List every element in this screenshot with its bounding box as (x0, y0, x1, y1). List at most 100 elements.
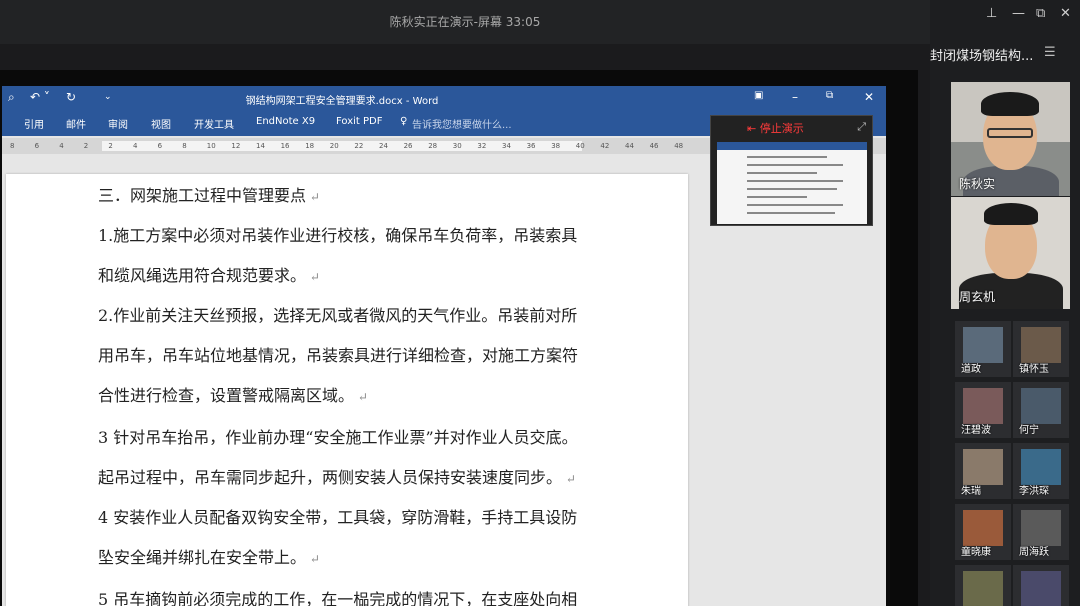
minimize-icon[interactable]: — (1012, 6, 1025, 21)
ruler-number: 42 (600, 142, 610, 150)
participant-tile[interactable]: 何宁 (1013, 382, 1069, 438)
document-paragraph[interactable]: 三．网架施工过程中管理要点 ↵ (98, 182, 320, 206)
tab-mailings[interactable]: 邮件 (66, 116, 86, 131)
expand-icon[interactable]: ⤢ (857, 120, 866, 134)
presenter-control-bar: ⇤ 停止演示 ⤢ (711, 116, 872, 140)
preview-line (747, 172, 817, 174)
paragraph-text: 起吊过程中，吊车需同步起升，两侧安装人员保持安装速度同步。 (98, 468, 563, 487)
ribbon-display-icon[interactable]: ▣ (754, 90, 763, 101)
participant-tile[interactable]: 道政 (955, 321, 1011, 377)
video-tile[interactable]: 周玄机 (951, 197, 1070, 309)
restore-icon[interactable]: ⧉ (1036, 6, 1045, 21)
document-title: 钢结构网架工程安全管理要求.docx - Word (245, 96, 439, 107)
preview-titlebar (717, 142, 867, 150)
participant-name: 朱瑞 (961, 486, 981, 497)
video-tile[interactable]: 陈秋实 (951, 82, 1070, 196)
ruler-number: 4 (59, 142, 64, 150)
tab-view[interactable]: 视图 (151, 116, 171, 131)
document-paragraph[interactable]: 1.施工方案中必须对吊装作业进行校核，确保吊车负荷率，吊装索具 (98, 222, 577, 246)
document-paragraph[interactable]: 用吊车，吊车站位地基情况，吊装索具进行详细检查，对施工方案符 (98, 342, 578, 366)
word-restore-icon[interactable]: ⧉ (826, 90, 833, 101)
ruler-number: 46 (649, 142, 659, 150)
ruler-number: 26 (403, 142, 413, 150)
preview-line (747, 212, 835, 214)
participant-name: 汪碧波 (961, 425, 991, 436)
ruler-number: 38 (551, 142, 561, 150)
participant-name: 李洪琛 (1019, 486, 1049, 497)
preview-line (747, 180, 843, 182)
document-paragraph[interactable]: 4 安装作业人员配备双钩安全带，工具袋，穿防滑鞋，手持工具设防 (98, 504, 577, 528)
word-close-icon[interactable]: ✕ (864, 90, 874, 104)
avatar (1021, 571, 1061, 606)
avatar (981, 92, 1039, 116)
participant-tile[interactable]: 朱瑞 (955, 443, 1011, 499)
participant-tile[interactable]: 李洪琛 (1013, 443, 1069, 499)
document-paragraph[interactable]: 坠安全绳并绑扎在安全带上。 ↵ (98, 544, 320, 568)
participant-tile[interactable]: 镇怀玉 (1013, 321, 1069, 377)
presenter-control-window: ⇤ 停止演示 ⤢ (710, 115, 873, 226)
avatar (1021, 510, 1061, 546)
participant-tile[interactable]: 袁行 (1013, 565, 1069, 606)
ruler-number: 34 (502, 142, 511, 150)
list-menu-icon[interactable]: ☰ (1044, 45, 1056, 60)
paragraph-mark-icon: ↵ (562, 472, 576, 486)
watermark: ◌ 大数据谣 (8, 572, 86, 593)
document-paragraph[interactable]: 和缆风绳选用符合规范要求。 ↵ (98, 262, 320, 286)
tab-developer[interactable]: 开发工具 (194, 116, 234, 131)
document-paragraph[interactable]: 合性进行检查，设置警戒隔离区域。 ↵ (98, 382, 368, 406)
participant-tile[interactable]: 汪碧波 (955, 382, 1011, 438)
tab-foxit-pdf[interactable]: Foxit PDF (336, 116, 382, 127)
participant-name: 陈秋实 (959, 177, 996, 191)
preview-line (747, 164, 843, 166)
ruler-number: 48 (674, 142, 684, 150)
word-minimize-icon[interactable]: – (792, 90, 798, 104)
avatar (987, 128, 1033, 138)
tab-endnote[interactable]: EndNote X9 (256, 116, 315, 127)
participant-tile[interactable]: 周海跃 (1013, 504, 1069, 560)
document-paragraph[interactable]: 3 针对吊车抬吊，作业前办理“安全施工作业票”并对作业人员交底。 (98, 424, 578, 448)
ruler-number: 36 (526, 142, 536, 150)
ruler-number: 12 (231, 142, 241, 150)
preview-line (747, 188, 837, 190)
document-paragraph[interactable]: 起吊过程中，吊车需同步起升，两侧安装人员保持安装速度同步。 ↵ (98, 464, 576, 488)
paragraph-text: 2.作业前关注天丝预报，选择无风或者微风的天气作业。吊装前对所 (98, 306, 578, 325)
presenter-status: 陈秋实正在演示-屏幕 33:05 (389, 15, 541, 29)
ruler-number: 40 (575, 142, 585, 150)
paragraph-text: 4 安装作业人员配备双钩安全带，工具袋，穿防滑鞋，手持工具设防 (98, 508, 578, 527)
close-icon[interactable]: ✕ (1060, 6, 1071, 21)
paragraph-mark-icon: ↵ (306, 190, 320, 204)
paragraph-mark-icon: ↵ (306, 270, 320, 284)
stop-presentation-button[interactable]: ⇤ 停止演示 (747, 120, 804, 136)
ruler-number: 10 (206, 142, 216, 150)
participant-name: 镇怀玉 (1019, 364, 1049, 375)
lightbulb-icon: ♀ (400, 116, 408, 127)
document-paragraph[interactable]: 5 吊车摘钩前必须完成的工作，在一榀完成的情况下，在支座处向相 (98, 586, 577, 606)
preview-line (747, 156, 827, 158)
watermark-logo-icon: ◌ (8, 574, 22, 592)
tell-me-box[interactable]: 告诉我您想要做什么... (412, 116, 512, 131)
participant-tile[interactable]: 邵靖... (955, 565, 1011, 606)
participant-tile[interactable]: 童晓康 (955, 504, 1011, 560)
avatar (963, 327, 1003, 363)
avatar (984, 203, 1038, 225)
ruler-number: 8 (182, 142, 187, 150)
document-page[interactable]: 三．网架施工过程中管理要点 ↵ 1.施工方案中必须对吊装作业进行校核，确保吊车负荷… (6, 174, 688, 606)
paragraph-text: 和缆风绳选用符合规范要求。 (98, 266, 307, 285)
ruler-number: 2 (83, 142, 89, 150)
watermark-text: 大数据谣 (26, 574, 87, 592)
participant-name: 童晓康 (961, 547, 991, 558)
paragraph-text: 5 吊车摘钩前必须完成的工作，在一榀完成的情况下，在支座处向相 (98, 590, 578, 606)
presentation-bar: 陈秋实正在演示-屏幕 33:05 (0, 0, 930, 44)
avatar (963, 388, 1003, 424)
word-title-bar: ⌕ ↶ ˅ ↻ ⌄ 钢结构网架工程安全管理要求.docx - Word ▣ – … (2, 86, 886, 112)
tab-review[interactable]: 审阅 (108, 116, 128, 131)
paragraph-mark-icon: ↵ (354, 390, 368, 404)
pin-icon[interactable]: ⊥ (986, 6, 997, 21)
ruler-number: 30 (452, 142, 462, 150)
avatar (1021, 327, 1061, 363)
tab-references[interactable]: 引用 (24, 116, 44, 131)
ruler-number: 20 (329, 142, 339, 150)
paragraph-text: 合性进行检查，设置警戒隔离区域。 (98, 386, 355, 405)
ruler-number: 4 (133, 142, 138, 150)
document-paragraph[interactable]: 2.作业前关注天丝预报，选择无风或者微风的天气作业。吊装前对所 (98, 302, 577, 326)
